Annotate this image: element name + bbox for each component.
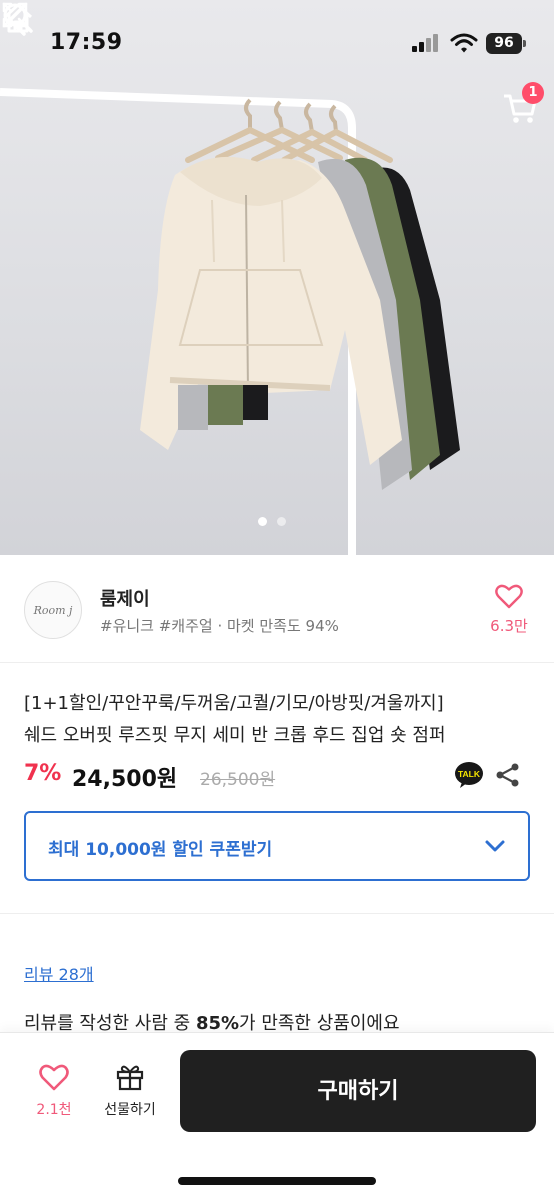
gift-button[interactable]: 선물하기 [96, 1063, 164, 1119]
price-row: 7% 24,500원 26,500원 TALK [24, 761, 534, 792]
product-title-line-2: 쉐드 오버핏 루즈핏 무지 세미 반 크롭 후드 집업 숏 점퍼 [24, 725, 446, 746]
review-summary-suffix: 가 만족한 상품이에요 [239, 1013, 400, 1034]
cart-badge: 1 [522, 82, 544, 104]
talk-label: TALK [458, 769, 481, 779]
shop-name[interactable]: 룸제이 [100, 585, 150, 611]
shop-like-count: 6.3만 [490, 617, 528, 635]
gift-icon [116, 1065, 144, 1091]
discount-rate: 7% [24, 761, 62, 786]
cart-button[interactable]: 1 [500, 82, 544, 128]
gallery-pagination [258, 517, 286, 526]
shop-info[interactable]: Room j 룸제이 #유니크 #캐주얼 · 마켓 만족도 94% 6.3만 [0, 555, 554, 663]
shop-tags: #유니크 #캐주얼 · 마켓 만족도 94% [100, 617, 339, 635]
bottom-action-bar: 2.1천 선물하기 구매하기 [0, 1032, 554, 1200]
search-icon[interactable] [0, 0, 36, 36]
gallery-dot [277, 517, 286, 526]
shop-logo[interactable]: Room j [24, 581, 82, 639]
review-satisfaction-percent: 85% [195, 1013, 240, 1034]
coupon-button[interactable]: 최대 10,000원 할인 쿠폰받기 [24, 811, 530, 881]
review-count-link[interactable]: 리뷰 28개 [24, 961, 94, 985]
buy-button[interactable]: 구매하기 [180, 1050, 536, 1132]
home-indicator [178, 1177, 376, 1185]
gift-label: 선물하기 [104, 1102, 156, 1118]
sale-price: 24,500원 [72, 767, 178, 792]
like-count: 2.1천 [36, 1102, 72, 1118]
battery-icon: 96 [486, 33, 526, 54]
gallery-dot-active [258, 517, 267, 526]
like-button[interactable]: 2.1천 [28, 1063, 80, 1119]
status-bar: 17:59 96 [0, 0, 554, 88]
kakao-talk-icon[interactable]: TALK [454, 761, 484, 789]
review-summary-prefix: 리뷰를 작성한 사람 중 [24, 1013, 196, 1034]
share-icon[interactable] [494, 761, 522, 789]
original-price: 26,500원 [200, 770, 276, 790]
product-title-line-1: [1+1할인/꾸안꾸룩/두꺼움/고퀄/기모/아방핏/겨울까지] [24, 693, 444, 714]
heart-icon [495, 584, 523, 609]
wifi-icon [450, 33, 478, 53]
heart-icon [39, 1064, 69, 1091]
section-divider [0, 913, 554, 914]
coupon-label: 최대 10,000원 할인 쿠폰받기 [48, 840, 273, 860]
status-time: 17:59 [50, 30, 123, 55]
shop-like-button[interactable]: 6.3만 [484, 583, 534, 636]
signal-icon [412, 34, 440, 52]
chevron-down-icon [485, 840, 505, 852]
